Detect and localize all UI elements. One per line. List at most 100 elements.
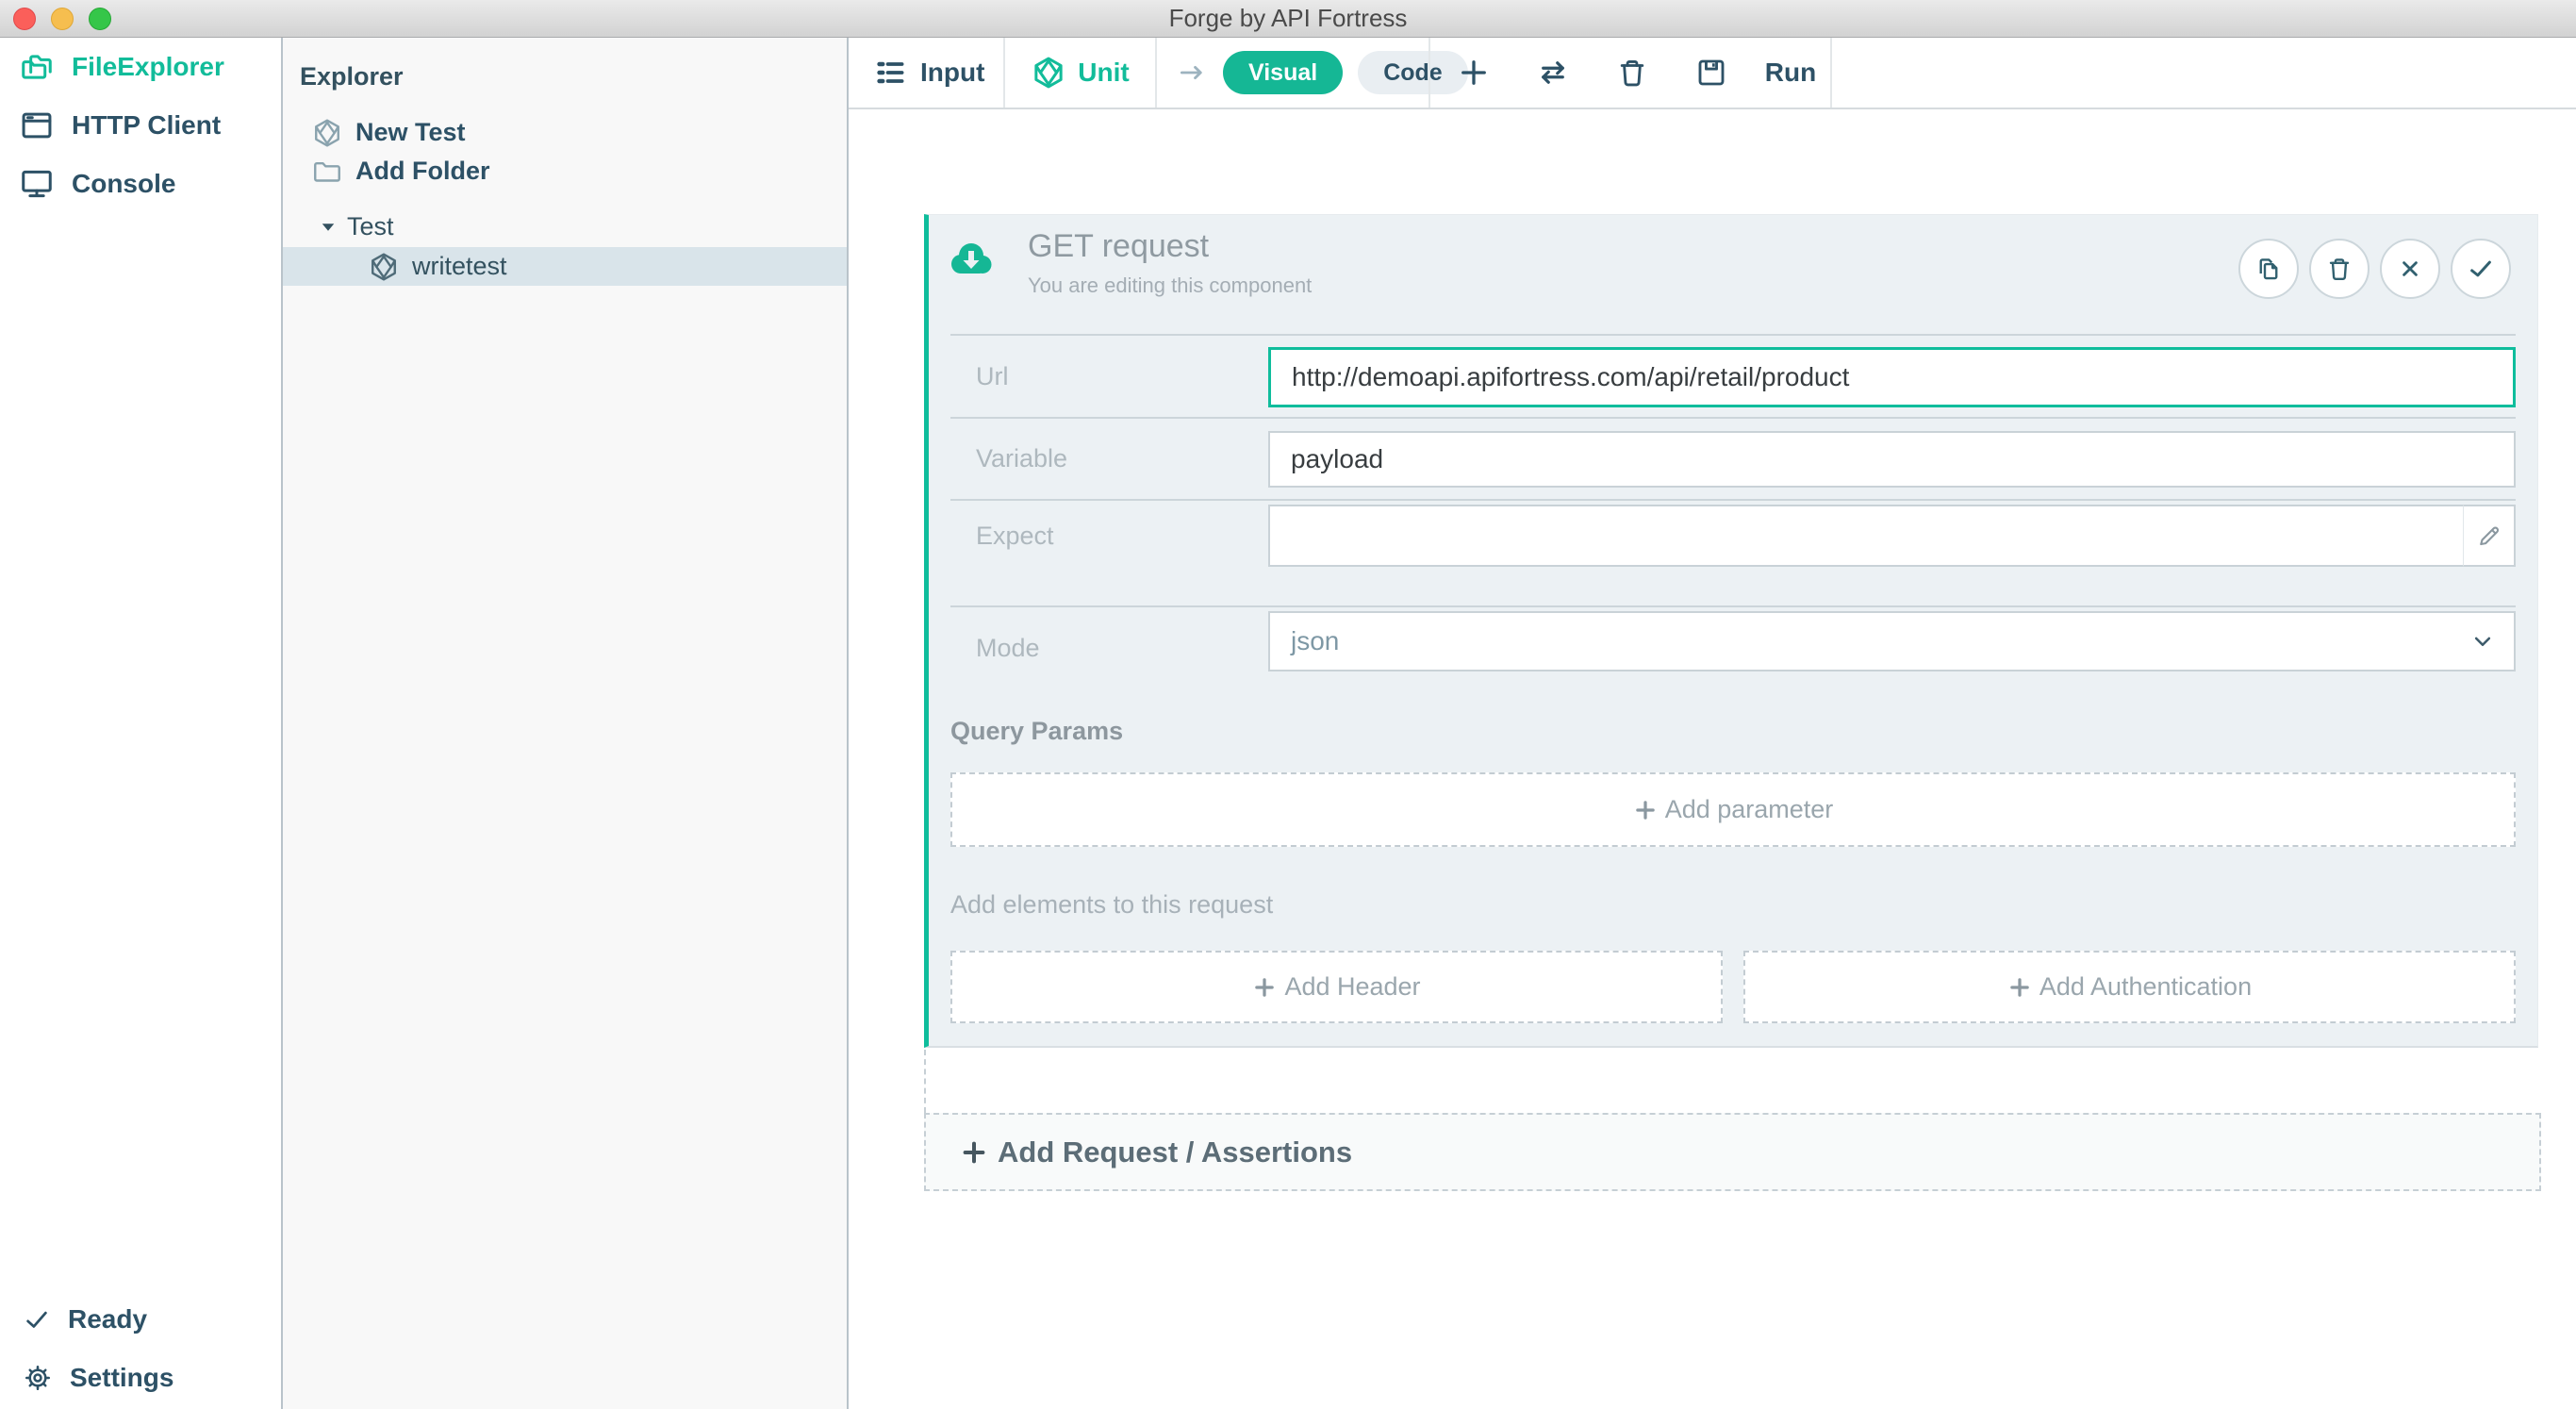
browser-icon — [19, 108, 55, 143]
pencil-icon — [2475, 522, 2503, 550]
test-container-border — [924, 1050, 926, 1113]
add-component-button[interactable] — [1434, 37, 1513, 108]
folder-icon — [311, 156, 343, 188]
mode-select-value: json — [1291, 626, 1339, 656]
test-cube-icon — [368, 251, 400, 283]
sidebar-item-label: Settings — [70, 1363, 173, 1393]
tree-item-label: writetest — [412, 252, 507, 281]
reorder-components-button[interactable] — [1513, 37, 1593, 108]
expect-input[interactable] — [1268, 505, 2463, 567]
input-tab[interactable]: Input — [849, 38, 1003, 108]
add-parameter-button[interactable]: Add parameter — [950, 772, 2516, 847]
mode-field-row: Mode json — [950, 605, 2516, 688]
add-request-assertions-label: Add Request / Assertions — [998, 1135, 1352, 1169]
mode-select[interactable]: json — [1268, 611, 2516, 671]
save-floppy-icon — [1694, 56, 1728, 90]
add-header-button[interactable]: Add Header — [950, 951, 1723, 1023]
save-button[interactable] — [1672, 37, 1751, 108]
get-request-component-card: GET request You are editing this compone… — [924, 214, 2538, 1048]
add-elements-heading: Add elements to this request — [950, 890, 2516, 920]
copy-icon — [2254, 255, 2283, 283]
triangle-down-icon[interactable] — [319, 218, 338, 237]
arrow-right-icon — [1176, 57, 1208, 89]
component-header: GET request You are editing this compone… — [929, 215, 2537, 334]
confirm-edit-button[interactable] — [2451, 239, 2511, 299]
url-field-label: Url — [976, 336, 1009, 417]
component-form: Url Variable Expect — [929, 334, 2537, 1023]
app-sidebar: FileExplorer HTTP Client Console — [0, 38, 283, 1409]
mode-field-label: Mode — [976, 607, 1040, 688]
window-title: Forge by API Fortress — [1169, 4, 1408, 33]
add-authentication-label: Add Authentication — [2039, 972, 2252, 1002]
component-subtitle: You are editing this component — [1028, 274, 1312, 298]
window-controls — [13, 8, 111, 30]
expect-edit-button[interactable] — [2463, 505, 2516, 567]
status-label: Ready — [68, 1304, 147, 1334]
variable-field-row: Variable — [950, 417, 2516, 499]
plus-icon — [1252, 975, 1277, 1000]
monitor-icon — [19, 166, 55, 202]
test-cube-icon — [311, 117, 343, 149]
gear-icon — [23, 1363, 53, 1393]
sidebar-item-console[interactable]: Console — [0, 155, 281, 213]
toolbar-separator — [1830, 38, 1832, 108]
sidebar-item-label: Console — [72, 169, 175, 199]
query-params-heading: Query Params — [950, 717, 2516, 746]
sidebar-item-settings[interactable]: Settings — [0, 1349, 281, 1407]
expect-field-row: Expect — [950, 499, 2516, 605]
sidebar-item-label: HTTP Client — [72, 110, 221, 141]
minimize-window-button[interactable] — [51, 8, 74, 30]
sidebar-footer: Ready Settings — [0, 1290, 281, 1409]
plus-icon — [960, 1138, 988, 1167]
add-elements-buttons: Add Header Add Authentication — [950, 951, 2516, 1023]
unit-tab[interactable]: Unit — [1005, 38, 1155, 108]
delete-button[interactable] — [1593, 37, 1672, 108]
component-title: GET request — [1028, 228, 1209, 265]
add-folder-button[interactable]: Add Folder — [283, 152, 847, 191]
tree-folder-label: Test — [347, 212, 394, 241]
variable-input[interactable] — [1268, 431, 2516, 488]
sidebar-item-file-explorer[interactable]: FileExplorer — [0, 38, 281, 96]
close-window-button[interactable] — [13, 8, 36, 30]
trash-icon — [1615, 56, 1649, 90]
visual-mode-button[interactable]: Visual — [1223, 51, 1343, 94]
tree-folder-test[interactable]: Test — [283, 207, 847, 246]
plus-icon — [2007, 975, 2032, 1000]
unit-tab-label: Unit — [1078, 58, 1129, 88]
plus-icon — [1457, 56, 1491, 90]
delete-component-button[interactable] — [2309, 239, 2370, 299]
new-test-button[interactable]: New Test — [283, 113, 847, 152]
add-parameter-label: Add parameter — [1665, 795, 1834, 824]
duplicate-component-button[interactable] — [2238, 239, 2299, 299]
input-tab-label: Input — [920, 58, 984, 88]
composer-canvas: GET request You are editing this compone… — [849, 109, 2576, 1409]
folders-icon — [19, 49, 55, 85]
add-folder-label: Add Folder — [355, 157, 490, 186]
tree-item-writetest[interactable]: writetest — [283, 247, 847, 286]
add-header-label: Add Header — [1284, 972, 1420, 1002]
run-button[interactable]: Run — [1751, 58, 1830, 88]
url-input[interactable] — [1268, 347, 2516, 407]
explorer-title: Explorer — [300, 62, 404, 91]
status-ready: Ready — [0, 1290, 281, 1349]
sidebar-item-http-client[interactable]: HTTP Client — [0, 96, 281, 155]
add-request-assertions-button[interactable]: Add Request / Assertions — [924, 1113, 2541, 1191]
main-area: Input Unit — [849, 38, 2576, 1409]
trash-icon — [2325, 255, 2353, 283]
list-icon — [873, 56, 907, 90]
cancel-edit-button[interactable] — [2380, 239, 2440, 299]
window-titlebar: Forge by API Fortress — [0, 0, 2576, 38]
add-authentication-button[interactable]: Add Authentication — [1743, 951, 2516, 1023]
toolbar-actions: Run — [1430, 38, 1830, 108]
composer-toolbar: Input Unit — [849, 38, 2576, 109]
new-test-label: New Test — [355, 118, 466, 147]
unit-cube-icon — [1031, 55, 1066, 91]
cloud-download-icon — [948, 240, 995, 279]
zoom-window-button[interactable] — [89, 8, 111, 30]
close-icon — [2397, 256, 2423, 282]
sidebar-item-label: FileExplorer — [72, 52, 224, 82]
expect-field-label: Expect — [976, 501, 1054, 571]
explorer-panel: Explorer New Test Add Folder — [283, 38, 849, 1409]
chevron-down-icon — [2469, 627, 2497, 655]
check-icon — [23, 1305, 51, 1334]
